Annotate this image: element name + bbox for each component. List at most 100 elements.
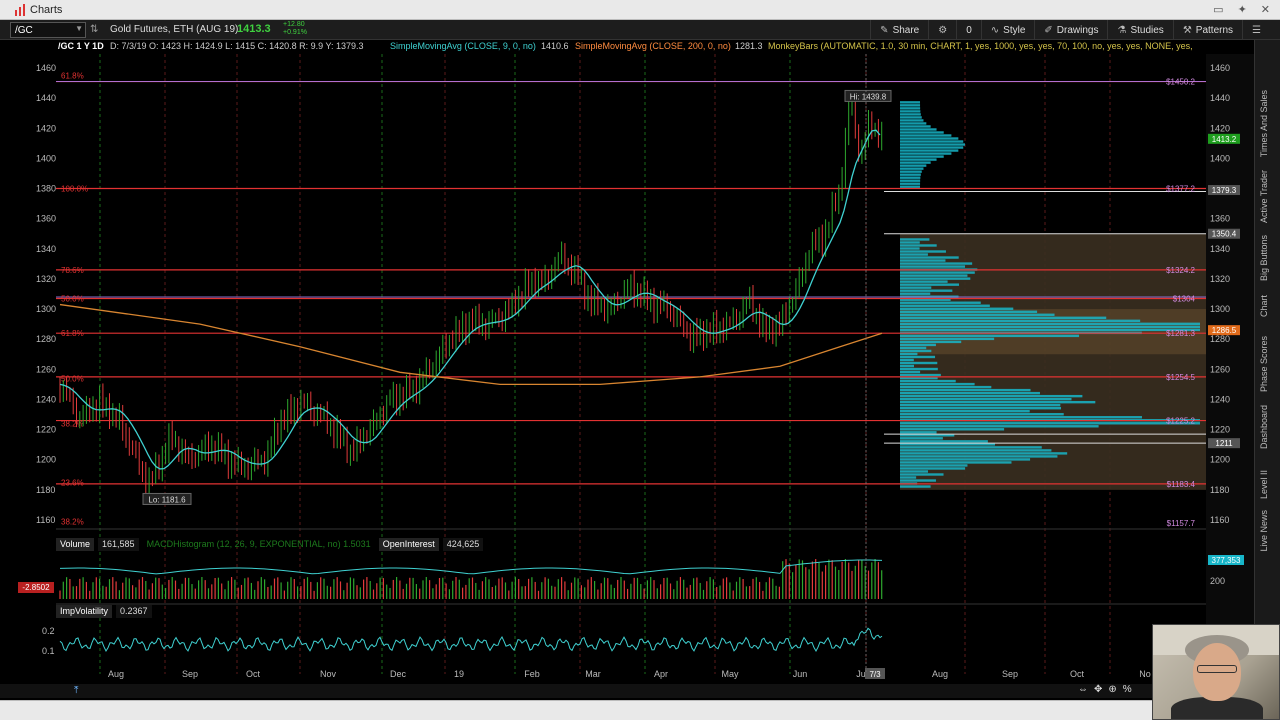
profile-bar-63: [900, 428, 1005, 431]
restore-window-icon[interactable]: ▭: [1213, 3, 1223, 16]
price-tick-1260: 1260: [1210, 364, 1230, 374]
profile-bar-0: [900, 238, 930, 241]
left-price-tick-1160: 1160: [36, 515, 55, 525]
menu-button[interactable]: ☰: [1242, 20, 1270, 40]
upper-profile-bar: [900, 185, 921, 188]
expand-panel-icon[interactable]: ⤒: [74, 685, 78, 696]
volume-value: 161,585: [98, 538, 139, 551]
profile-bar-37: [900, 349, 932, 353]
chevron-down-icon[interactable]: ▼: [75, 24, 83, 33]
profile-bar-24: [900, 310, 1038, 313]
patterns-button[interactable]: ⚒ Patterns: [1172, 20, 1242, 40]
upper-profile-bar: [900, 179, 921, 182]
profile-bar-33: [900, 337, 995, 341]
profile-bar-56: [900, 407, 1062, 410]
profile-bar-69: [900, 446, 1042, 449]
left-price-tick-1300: 1300: [36, 304, 56, 314]
upper-profile-bar: [900, 176, 921, 179]
link-icon[interactable]: ⇅: [90, 24, 98, 35]
fib-label-3: 50.0%: [61, 295, 84, 304]
style-icon: ∿: [990, 24, 1000, 36]
sma9-study-label[interactable]: SimpleMovingAvg (CLOSE, 9, 0, no): [390, 41, 536, 51]
time-label-19: 19: [454, 669, 464, 679]
volume-panel-header: Volume 161,585 MACDHistogram (12, 26, 9,…: [56, 538, 487, 551]
upper-profile-bar: [900, 119, 924, 122]
profile-bar-6: [900, 256, 959, 259]
openinterest-label[interactable]: OpenInterest: [378, 538, 439, 551]
studies-button[interactable]: ⚗ Studies: [1107, 20, 1172, 40]
profile-bar-32: [900, 334, 1080, 338]
ohlc-readout: D: 7/3/19 O: 1423 H: 1424.9 L: 1415 C: 1…: [110, 41, 364, 51]
drawings-label: Drawings: [1056, 24, 1099, 36]
alerts-button[interactable]: 0: [956, 20, 981, 40]
profile-bar-55: [900, 403, 1061, 407]
settings-window-icon[interactable]: ✦: [1238, 3, 1247, 16]
chart-toolbar: /GC ▼ ⇅ Gold Futures, ETH (AUG 19) 1413.…: [0, 20, 1280, 40]
rail-tab-big-buttons[interactable]: Big Buttons: [1259, 235, 1269, 281]
price-change: +12.80 +0.91%: [283, 21, 307, 37]
level-price-label-1: $1377.2: [1166, 185, 1195, 194]
settings-button[interactable]: ⚙: [928, 20, 956, 40]
upper-profile-bar: [900, 134, 952, 137]
time-label-Aug: Aug: [108, 669, 124, 679]
volume-label[interactable]: Volume: [56, 538, 95, 551]
presenter-webcam: [1152, 624, 1280, 720]
rail-tab-times-and-sales[interactable]: Times And Sales: [1259, 90, 1269, 157]
left-price-tick-1280: 1280: [36, 334, 56, 344]
right-rail-tabs: Times And Sales Active Trader Big Buttons C…: [1254, 40, 1280, 700]
impvolatility-line[interactable]: [59, 627, 883, 653]
iv-tick-0.2: 0.2: [42, 626, 55, 636]
profile-bar-21: [900, 301, 981, 304]
level-price-label-3: $1304: [1173, 295, 1196, 304]
studies-label: Studies: [1130, 24, 1164, 36]
pan-icon[interactable]: ⇔: [1078, 684, 1088, 695]
symbol-period[interactable]: /GC 1 Y 1D: [58, 41, 104, 51]
left-price-tick-1380: 1380: [36, 184, 56, 194]
chart-app-icon: [15, 4, 25, 16]
profile-bar-51: [900, 391, 1040, 395]
profile-bar-70: [900, 449, 1052, 452]
share-button[interactable]: ✎ Share: [870, 20, 928, 40]
impvolatility-label[interactable]: ImpVolatility: [56, 605, 113, 618]
price-badge-text-2: 1350.4: [1212, 230, 1237, 239]
monkeybars-study-label[interactable]: MonkeyBars (AUTOMATIC, 1.0, 30 min, CHAR…: [768, 41, 1193, 51]
rail-tab-dashboard[interactable]: Dashboard: [1259, 405, 1269, 449]
price-chart[interactable]: 61.8% 100.0% 78.6% 50.0% 61.8% 50.0% 38.2% 23.6…: [0, 54, 1254, 684]
left-price-tick-1420: 1420: [36, 123, 56, 133]
rail-tab-phase-scores[interactable]: Phase Scores: [1259, 336, 1269, 392]
profile-bar-30: [900, 328, 1200, 332]
profile-bar-7: [900, 259, 946, 262]
profile-bar-48: [900, 382, 975, 386]
macd-label[interactable]: MACDHistogram (12, 26, 9, EXPONENTIAL, n…: [143, 538, 375, 551]
zoom-icon[interactable]: ⊕: [1108, 684, 1116, 695]
rail-tab-level-ii[interactable]: Level II: [1259, 470, 1269, 499]
style-label: Style: [1003, 24, 1026, 36]
upper-profile-bar: [900, 116, 922, 119]
upper-profile-bar: [900, 107, 921, 110]
move-icon[interactable]: ✥: [1094, 684, 1102, 695]
flask-icon: ⚗: [1117, 24, 1127, 36]
profile-bar-3: [900, 247, 920, 250]
upper-profile-bar: [900, 149, 959, 152]
rail-tab-live-news[interactable]: Live News: [1259, 510, 1269, 552]
upper-profile-bar: [900, 161, 931, 164]
symbol-input[interactable]: /GC ▼: [10, 22, 86, 38]
profile-bar-61: [900, 422, 1200, 425]
upper-profile-bar: [900, 113, 921, 116]
drawing-tool-icon[interactable]: %: [1123, 684, 1132, 695]
profile-bar-36: [900, 346, 927, 350]
sma200-study-label[interactable]: SimpleMovingAvg (CLOSE, 200, 0, no): [575, 41, 731, 51]
profile-bar-27: [900, 319, 1141, 323]
drawings-button[interactable]: ✐ Drawings: [1034, 20, 1107, 40]
iv-panel-header: ImpVolatility 0.2367: [56, 605, 156, 618]
change-abs: +12.80: [283, 21, 305, 28]
time-label-Jun: Jun: [793, 669, 808, 679]
style-button[interactable]: ∿ Style: [980, 20, 1035, 40]
profile-bar-58: [900, 413, 1064, 416]
upper-profile-bar: [900, 167, 924, 170]
level-price-label-6: $1225.2: [1166, 417, 1195, 426]
rail-tab-active-trader[interactable]: Active Trader: [1259, 170, 1269, 223]
rail-tab-chart[interactable]: Chart: [1259, 295, 1269, 317]
close-window-icon[interactable]: ✕: [1261, 3, 1270, 16]
profile-bar-67: [900, 440, 988, 443]
